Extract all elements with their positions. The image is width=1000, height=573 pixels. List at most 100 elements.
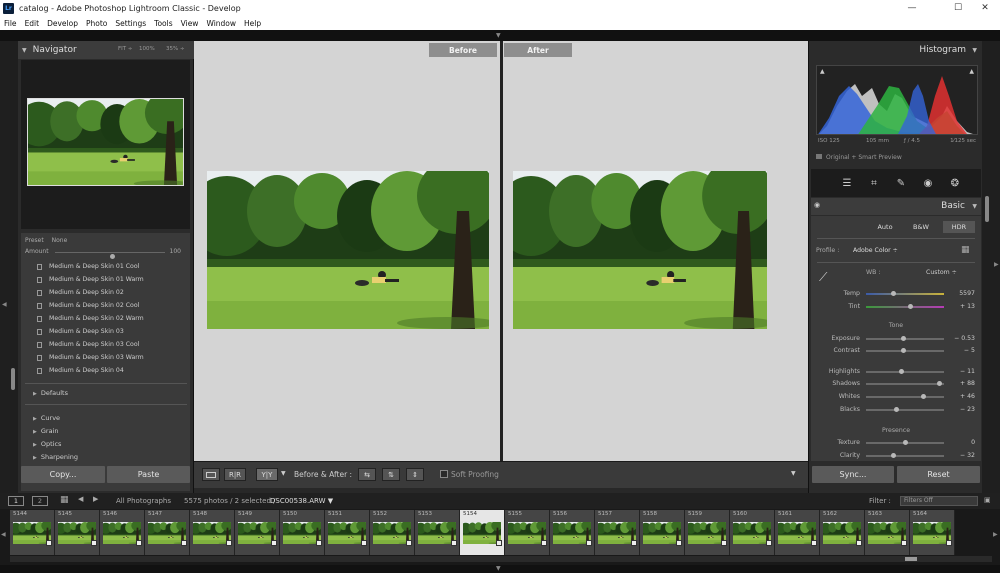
slider-knob[interactable] [920,394,926,399]
filmstrip-cell[interactable]: 5164 [910,510,955,555]
copy-button[interactable]: Copy... [21,466,105,483]
slider-value[interactable]: − 11 [947,368,975,375]
slider-value[interactable]: + 13 [947,303,975,310]
profile-select[interactable]: Adobe Color ÷ [853,247,898,254]
slider-value[interactable]: + 88 [947,380,975,387]
slider-track[interactable] [866,304,944,309]
filmstrip-cell[interactable]: 5161 [775,510,820,555]
back-arrow-icon[interactable]: ◀ [78,495,83,503]
filmstrip-cell[interactable]: 5146 [100,510,145,555]
filmstrip-cell[interactable]: 5162 [820,510,865,555]
filmstrip-cell[interactable]: 5154 [460,510,505,555]
compare-lr-button[interactable]: R|R [224,468,246,481]
navigator-preview[interactable] [21,60,190,229]
filmstrip-scroll-thumb[interactable] [905,557,917,561]
histogram-title[interactable]: Histogram [919,45,966,55]
amount-slider[interactable] [55,252,165,259]
filmstrip-left-arrow-icon[interactable]: ◀ [1,531,6,538]
wb-select[interactable]: Custom ÷ [926,269,957,276]
secondary-window-button[interactable]: 2 [32,496,48,506]
preset-item[interactable]: Medium & Deep Skin 02 [37,289,124,296]
preset-group-grain[interactable]: ▶ Grain [33,427,58,435]
left-panel-edge[interactable]: ◀ [0,41,18,493]
filmstrip-cell[interactable]: 5157 [595,510,640,555]
top-panel-toggle-strip[interactable]: ▼ [0,30,1000,41]
slider-knob[interactable] [891,291,897,296]
menu-view[interactable]: View [177,19,203,28]
preset-item[interactable]: Medium & Deep Skin 03 [37,328,124,335]
slider-knob[interactable] [894,407,900,412]
menu-help[interactable]: Help [240,19,265,28]
filmstrip-cell[interactable]: 5144 [10,510,55,555]
menu-settings[interactable]: Settings [111,19,150,28]
amount-slider-knob[interactable] [110,254,115,259]
menu-develop[interactable]: Develop [43,19,82,28]
filmstrip-cell[interactable]: 5151 [325,510,370,555]
slider-track[interactable] [866,453,944,458]
slider-knob[interactable] [907,304,913,309]
toolbar-content-arrow-icon[interactable]: ▼ [791,470,796,477]
zoom-custom[interactable]: 35% ÷ [166,46,185,52]
sync-button[interactable]: Sync... [812,466,894,483]
filmstrip-cell[interactable]: 5147 [145,510,190,555]
healing-icon[interactable]: ✎ [895,177,907,189]
eye-icon[interactable]: ◉ [814,201,820,209]
slider-track[interactable] [866,336,944,341]
main-window-button[interactable]: 1 [8,496,24,506]
reset-button[interactable]: Reset [897,466,980,483]
slider-track[interactable] [866,394,944,399]
hdr-button[interactable]: HDR [943,221,975,233]
filmstrip-cell[interactable]: 5148 [190,510,235,555]
filmstrip-cell[interactable]: 5159 [685,510,730,555]
forward-arrow-icon[interactable]: ▶ [93,495,98,503]
filmstrip-cell[interactable]: 5156 [550,510,595,555]
menu-photo[interactable]: Photo [82,19,111,28]
preset-item[interactable]: Medium & Deep Skin 01 Cool [37,263,139,270]
slider-track[interactable] [866,369,944,374]
preset-group-curve[interactable]: ▶ Curve [33,414,60,422]
preset-value[interactable]: None [52,237,68,244]
slider-value[interactable]: 0 [947,439,975,446]
filmstrip-cell[interactable]: 5158 [640,510,685,555]
filmstrip-cell[interactable]: 5160 [730,510,775,555]
edit-sliders-icon[interactable]: ☰ [841,177,853,189]
slider-knob[interactable] [890,453,896,458]
paste-button[interactable]: Paste [107,466,190,483]
filmstrip-right-arrow-icon[interactable]: ▶ [993,531,998,538]
slider-track[interactable] [866,291,944,296]
menu-window[interactable]: Window [202,19,240,28]
slider-value[interactable]: − 5 [947,347,975,354]
highlight-clip-icon[interactable]: ▲ [969,68,974,75]
zoom-100[interactable]: 100% [139,46,155,52]
right-scrollbar[interactable] [985,196,989,222]
slider-knob[interactable] [900,336,906,341]
preset-item[interactable]: Medium & Deep Skin 02 Cool [37,302,139,309]
preset-group-optics[interactable]: ▶ Optics [33,440,61,448]
bottom-panel-toggle-strip[interactable]: ▼ [0,565,1000,573]
left-scrollbar[interactable] [11,368,15,390]
filmstrip-cell[interactable]: 5152 [370,510,415,555]
shadow-clip-icon[interactable]: ▲ [820,68,825,75]
bw-button[interactable]: B&W [907,221,935,233]
preset-group-defaults[interactable]: ▶ Defaults [33,389,68,397]
copy-after-to-before-button[interactable]: ⇅ [382,468,400,481]
compare-yy-button[interactable]: Y|Y [256,468,278,481]
filmstrip-cell[interactable]: 5153 [415,510,460,555]
after-photo[interactable] [513,171,795,329]
slider-track[interactable] [866,381,944,386]
swap-before-after-button[interactable]: ⇕ [406,468,424,481]
grid-icon[interactable]: ▦ [60,495,69,505]
menu-tools[interactable]: Tools [150,19,176,28]
slider-value[interactable]: − 32 [947,452,975,459]
minimize-button[interactable]: — [897,0,927,16]
filter-select[interactable]: Filters Off [900,496,978,506]
filmstrip-scrollbar[interactable] [10,556,992,562]
zoom-fit[interactable]: FIT ÷ [118,46,133,52]
preset-item[interactable]: Medium & Deep Skin 02 Warm [37,315,144,322]
navigator-thumbnail[interactable] [27,98,184,186]
auto-button[interactable]: Auto [871,221,899,233]
navigator-header[interactable]: ▼ Navigator FIT ÷ 100% 35% ÷ [18,41,194,59]
slider-knob[interactable] [903,440,908,445]
profile-browser-icon[interactable]: ▦ [961,245,970,255]
wb-eyedropper-icon[interactable]: ⟋ [819,270,827,285]
